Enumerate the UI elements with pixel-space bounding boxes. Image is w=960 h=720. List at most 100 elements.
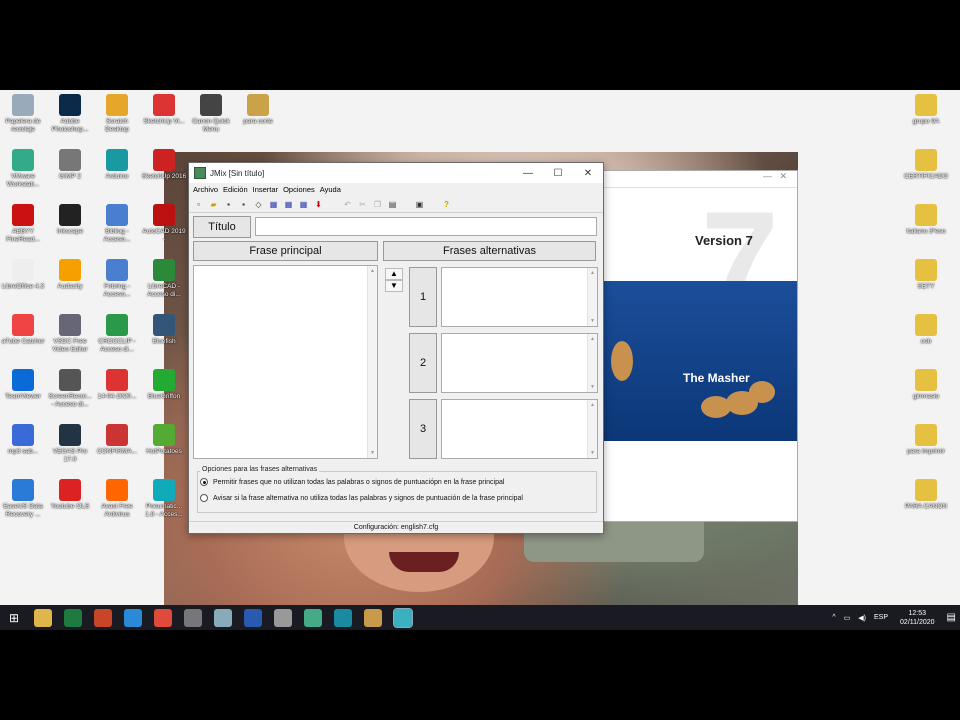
taskbar-tool2-icon[interactable]: [214, 608, 232, 627]
jmix-window[interactable]: JMix [Sin título] — ☐ ✕ Archivo Edición …: [188, 162, 604, 534]
menu-insertar[interactable]: Insertar: [252, 183, 282, 196]
move-up-button[interactable]: ▲: [385, 268, 403, 280]
desktop-icon[interactable]: LibreOffice 4.3: [0, 259, 46, 291]
clock[interactable]: 12:53 02/11/2020: [900, 609, 935, 627]
alt-2-button[interactable]: 2: [409, 333, 437, 393]
desktop-icon[interactable]: VSDC Free Video Editor: [47, 314, 93, 354]
desktop-icon[interactable]: VEGAS Pro 17.0: [47, 424, 93, 464]
notification-icon[interactable]: ▤: [947, 612, 956, 623]
background-app-window[interactable]: — ✕ 7 Version 7 The Masher: [600, 170, 798, 522]
desktop-icon[interactable]: Bluefish: [141, 314, 187, 346]
desktop-icon[interactable]: AutoCAD 2019 -: [141, 204, 187, 244]
tray-volume-icon[interactable]: ◀): [858, 614, 866, 622]
frase-principal-header[interactable]: Frase principal: [193, 241, 378, 261]
desktop-icon[interactable]: Fnbring - Acceso...: [94, 259, 140, 299]
desktop-icon[interactable]: Youtube OLS: [47, 479, 93, 511]
taskbar-tool1-icon[interactable]: [184, 608, 202, 627]
taskbar-hotpotatoes-icon[interactable]: [364, 608, 382, 627]
taskbar-tool3-icon[interactable]: [274, 608, 292, 627]
desktop-icon[interactable]: Arduino: [94, 149, 140, 181]
export-icon[interactable]: ▦: [268, 199, 279, 210]
new-icon[interactable]: ▫: [193, 199, 204, 210]
desktop-icon[interactable]: HotPotatoes: [141, 424, 187, 456]
desktop-icon[interactable]: Avast Free Antivirus: [94, 479, 140, 519]
desktop-folder-icon[interactable]: cob: [903, 314, 949, 346]
jmix-titlebar[interactable]: JMix [Sin título] — ☐ ✕: [189, 163, 603, 183]
copy-icon[interactable]: ❐: [372, 199, 383, 210]
desktop-icon[interactable]: mp3 sab...: [0, 424, 46, 456]
screens-icon[interactable]: ▣: [414, 199, 425, 210]
scrollbar[interactable]: ▲ ▼: [367, 266, 377, 458]
menu-edicion[interactable]: Edición: [222, 183, 252, 196]
alt-1-button[interactable]: 1: [409, 267, 437, 327]
desktop-icon[interactable]: VMware Workstati...: [0, 149, 46, 189]
undo-icon[interactable]: ↶: [342, 199, 353, 210]
scrollbar[interactable]: ▲ ▼: [587, 268, 597, 326]
cut-icon[interactable]: ✂: [357, 199, 368, 210]
desktop-icon[interactable]: EaseUS Data Recovery ...: [0, 479, 46, 519]
desktop-icon[interactable]: Inkscape: [47, 204, 93, 236]
desktop-icon[interactable]: para corte: [235, 94, 281, 126]
menu-archivo[interactable]: Archivo: [192, 183, 222, 196]
desktop-folder-icon[interactable]: gimnasio: [903, 369, 949, 401]
export2-icon[interactable]: ▦: [283, 199, 294, 210]
taskbar-excel-icon[interactable]: [64, 608, 82, 627]
scrollbar[interactable]: ▲ ▼: [587, 400, 597, 458]
desktop-folder-icon[interactable]: para imprimir: [903, 424, 949, 456]
desktop-icon[interactable]: Canon Quick Menu: [188, 94, 234, 134]
alt-2-textarea[interactable]: ▲ ▼: [441, 333, 598, 393]
desktop-icon[interactable]: SketchUp Vi...: [141, 94, 187, 126]
desktop-icon[interactable]: Pneumatic... 1.8 - Acces...: [141, 479, 187, 519]
taskbar-jmix-icon[interactable]: [393, 607, 413, 628]
desktop-folder-icon[interactable]: CERTIFICADO: [903, 149, 949, 181]
alt-3-button[interactable]: 3: [409, 399, 437, 459]
desktop-icon[interactable]: Papelera de reciclaje: [0, 94, 46, 134]
export3-icon[interactable]: ▦: [298, 199, 309, 210]
save-as-icon[interactable]: ▪: [238, 199, 249, 210]
desktop-icon[interactable]: LibreCAD - Acceso di...: [141, 259, 187, 299]
minimize-button[interactable]: —: [513, 168, 543, 179]
titulo-input[interactable]: [255, 217, 597, 236]
down-arrow-icon[interactable]: ⬇: [313, 199, 324, 210]
desktop-icon[interactable]: 14-04-2020...: [94, 369, 140, 401]
taskbar-tool4-icon[interactable]: [304, 608, 322, 627]
save-icon[interactable]: ▪: [223, 199, 234, 210]
scrollbar[interactable]: ▲ ▼: [587, 334, 597, 392]
move-down-button[interactable]: ▼: [385, 280, 403, 292]
desktop-folder-icon[interactable]: Italiano 3ºeso: [903, 204, 949, 236]
option-avisar[interactable]: Avisar si la frase alternativa no utiliz…: [200, 494, 523, 502]
open-icon[interactable]: ▰: [208, 199, 219, 210]
desktop-icon[interactable]: aTube Catcher: [0, 314, 46, 346]
taskbar-chrome-icon[interactable]: [154, 608, 172, 627]
menu-ayuda[interactable]: Ayuda: [319, 183, 345, 196]
tray-chevron-icon[interactable]: ^: [832, 614, 835, 621]
help-icon[interactable]: ?: [441, 199, 452, 210]
option-permitir[interactable]: Permitir frases que no utilizan todas la…: [200, 478, 504, 486]
desktop-icon[interactable]: GIMP 2: [47, 149, 93, 181]
desktop-icon[interactable]: CONFIRMA...: [94, 424, 140, 456]
tray-network-icon[interactable]: ▭: [844, 614, 851, 622]
paste-icon[interactable]: ▤: [387, 199, 398, 210]
windows-start-icon[interactable]: ⊞: [0, 611, 28, 625]
tray-language[interactable]: ESP: [874, 614, 888, 621]
alt-1-textarea[interactable]: ▲ ▼: [441, 267, 598, 327]
frase-principal-textarea[interactable]: ▲ ▼: [193, 265, 378, 459]
alt-3-textarea[interactable]: ▲ ▼: [441, 399, 598, 459]
desktop-folder-icon[interactable]: PARA CANON: [903, 479, 949, 511]
desktop-icon[interactable]: BlueGriffon: [141, 369, 187, 401]
taskbar-edge-icon[interactable]: [124, 608, 142, 627]
close-button[interactable]: ✕: [573, 168, 603, 179]
desktop-icon[interactable]: CROCCLIP - Acceso di...: [94, 314, 140, 354]
desktop-icon[interactable]: ABBYY FineRead...: [0, 204, 46, 244]
desktop-icon[interactable]: ScreenRecor... - Acceso di...: [47, 369, 93, 409]
taskbar-tool5-icon[interactable]: [334, 608, 352, 627]
desktop-folder-icon[interactable]: SETY: [903, 259, 949, 291]
taskbar-word-icon[interactable]: [244, 608, 262, 627]
titulo-button[interactable]: Título: [193, 216, 251, 238]
radio-avisar[interactable]: [200, 494, 208, 502]
menu-opciones[interactable]: Opciones: [282, 183, 319, 196]
taskbar-explorer-icon[interactable]: [34, 608, 52, 627]
frases-alternativas-header[interactable]: Frases alternativas: [383, 241, 596, 261]
taskbar-powerpoint-icon[interactable]: [94, 608, 112, 627]
erase-icon[interactable]: ◇: [253, 199, 264, 210]
